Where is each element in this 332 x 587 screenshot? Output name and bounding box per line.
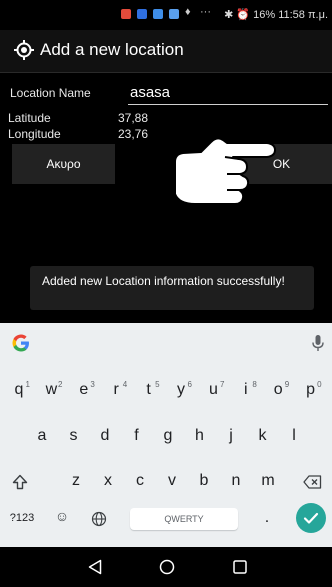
- enter-key[interactable]: [296, 503, 326, 533]
- status-info: ✱ ⏰ 16% 11:58 π.μ.: [224, 9, 328, 21]
- key-number-hint: 0: [317, 380, 322, 389]
- key-t[interactable]: t5: [134, 380, 164, 399]
- key-v[interactable]: v: [160, 472, 184, 490]
- pointing-hand-icon: [174, 137, 276, 205]
- key-label: t: [146, 381, 151, 398]
- space-key[interactable]: QWERTY: [130, 508, 238, 530]
- key-u[interactable]: u7: [198, 380, 228, 399]
- key-k[interactable]: k: [251, 427, 275, 445]
- location-target-icon: [14, 40, 34, 60]
- key-label: i: [244, 381, 248, 398]
- key-number-hint: 3: [90, 380, 95, 389]
- key-s[interactable]: s: [62, 427, 86, 445]
- latitude-label: Latitude: [8, 111, 51, 125]
- key-number-hint: 2: [57, 380, 63, 389]
- key-number-hint: 5: [155, 380, 160, 389]
- key-z[interactable]: z: [64, 472, 88, 490]
- longitude-label: Longitude: [8, 127, 61, 141]
- key-q[interactable]: q1: [4, 380, 34, 399]
- key-f[interactable]: f: [125, 427, 149, 445]
- key-x[interactable]: x: [96, 472, 120, 490]
- location-name-input[interactable]: [128, 80, 328, 105]
- suggestion-bar: [0, 323, 332, 363]
- key-g[interactable]: g: [156, 427, 180, 445]
- notification-icon: [169, 9, 179, 19]
- key-label: p: [306, 381, 316, 398]
- key-number-hint: 8: [252, 380, 257, 389]
- cancel-button[interactable]: Ακυρο: [12, 144, 115, 184]
- app-bar: Add a new location: [0, 30, 332, 73]
- key-a[interactable]: a: [30, 427, 54, 445]
- key-label: y: [177, 381, 185, 398]
- key-e[interactable]: e3: [69, 380, 99, 399]
- key-label: u: [208, 381, 218, 398]
- notification-icon: [153, 9, 163, 19]
- key-w[interactable]: w2: [36, 380, 66, 399]
- key-label: e: [79, 381, 89, 398]
- google-icon[interactable]: [11, 333, 31, 353]
- key-j[interactable]: j: [219, 427, 243, 445]
- key-l[interactable]: l: [282, 427, 306, 445]
- notification-icon: ♦: [185, 6, 191, 18]
- navigation-bar: [0, 547, 332, 587]
- check-icon: [303, 512, 319, 524]
- emoji-icon[interactable]: ☺: [52, 508, 72, 524]
- backspace-icon[interactable]: [303, 475, 322, 489]
- key-b[interactable]: b: [192, 472, 216, 490]
- microphone-icon[interactable]: [312, 334, 324, 352]
- key-o[interactable]: o9: [263, 380, 293, 399]
- latitude-value: 37,88: [118, 111, 149, 125]
- key-label: w: [45, 381, 58, 398]
- recent-apps-icon[interactable]: [233, 560, 247, 574]
- soft-keyboard: q1w2e3r4t5y6u7i8o9p0 asdfghjkl zxcvbnm ?…: [0, 323, 332, 547]
- back-icon[interactable]: [88, 559, 102, 575]
- key-label: o: [273, 381, 283, 398]
- toast-message: Added new Location information successfu…: [30, 266, 314, 310]
- period-key[interactable]: .: [260, 509, 274, 527]
- page-title: Add a new location: [40, 40, 184, 59]
- key-n[interactable]: n: [224, 472, 248, 490]
- key-number-hint: 6: [187, 380, 192, 389]
- location-name-label: Location Name: [10, 86, 91, 100]
- key-c[interactable]: c: [128, 472, 152, 490]
- symbols-key[interactable]: ?123: [6, 512, 38, 524]
- key-number-hint: 1: [25, 380, 30, 389]
- shift-icon[interactable]: [12, 474, 28, 490]
- globe-icon[interactable]: [91, 511, 107, 527]
- key-m[interactable]: m: [256, 472, 280, 490]
- longitude-value: 23,76: [118, 127, 149, 141]
- key-number-hint: 4: [122, 380, 128, 389]
- notification-icon: [121, 9, 131, 19]
- key-label: q: [14, 381, 24, 398]
- key-label: r: [113, 381, 119, 398]
- key-number-hint: 7: [219, 380, 225, 389]
- more-notifications-icon: ···: [200, 6, 211, 18]
- key-number-hint: 9: [284, 380, 290, 389]
- key-i[interactable]: i8: [231, 380, 261, 399]
- status-bar: ♦ ··· ✱ ⏰ 16% 11:58 π.μ.: [0, 0, 332, 30]
- key-d[interactable]: d: [93, 427, 117, 445]
- key-y[interactable]: y6: [166, 380, 196, 399]
- key-h[interactable]: h: [188, 427, 212, 445]
- home-icon[interactable]: [159, 559, 175, 575]
- key-r[interactable]: r4: [101, 380, 131, 399]
- key-p[interactable]: p0: [296, 380, 326, 399]
- notification-icon: [137, 9, 147, 19]
